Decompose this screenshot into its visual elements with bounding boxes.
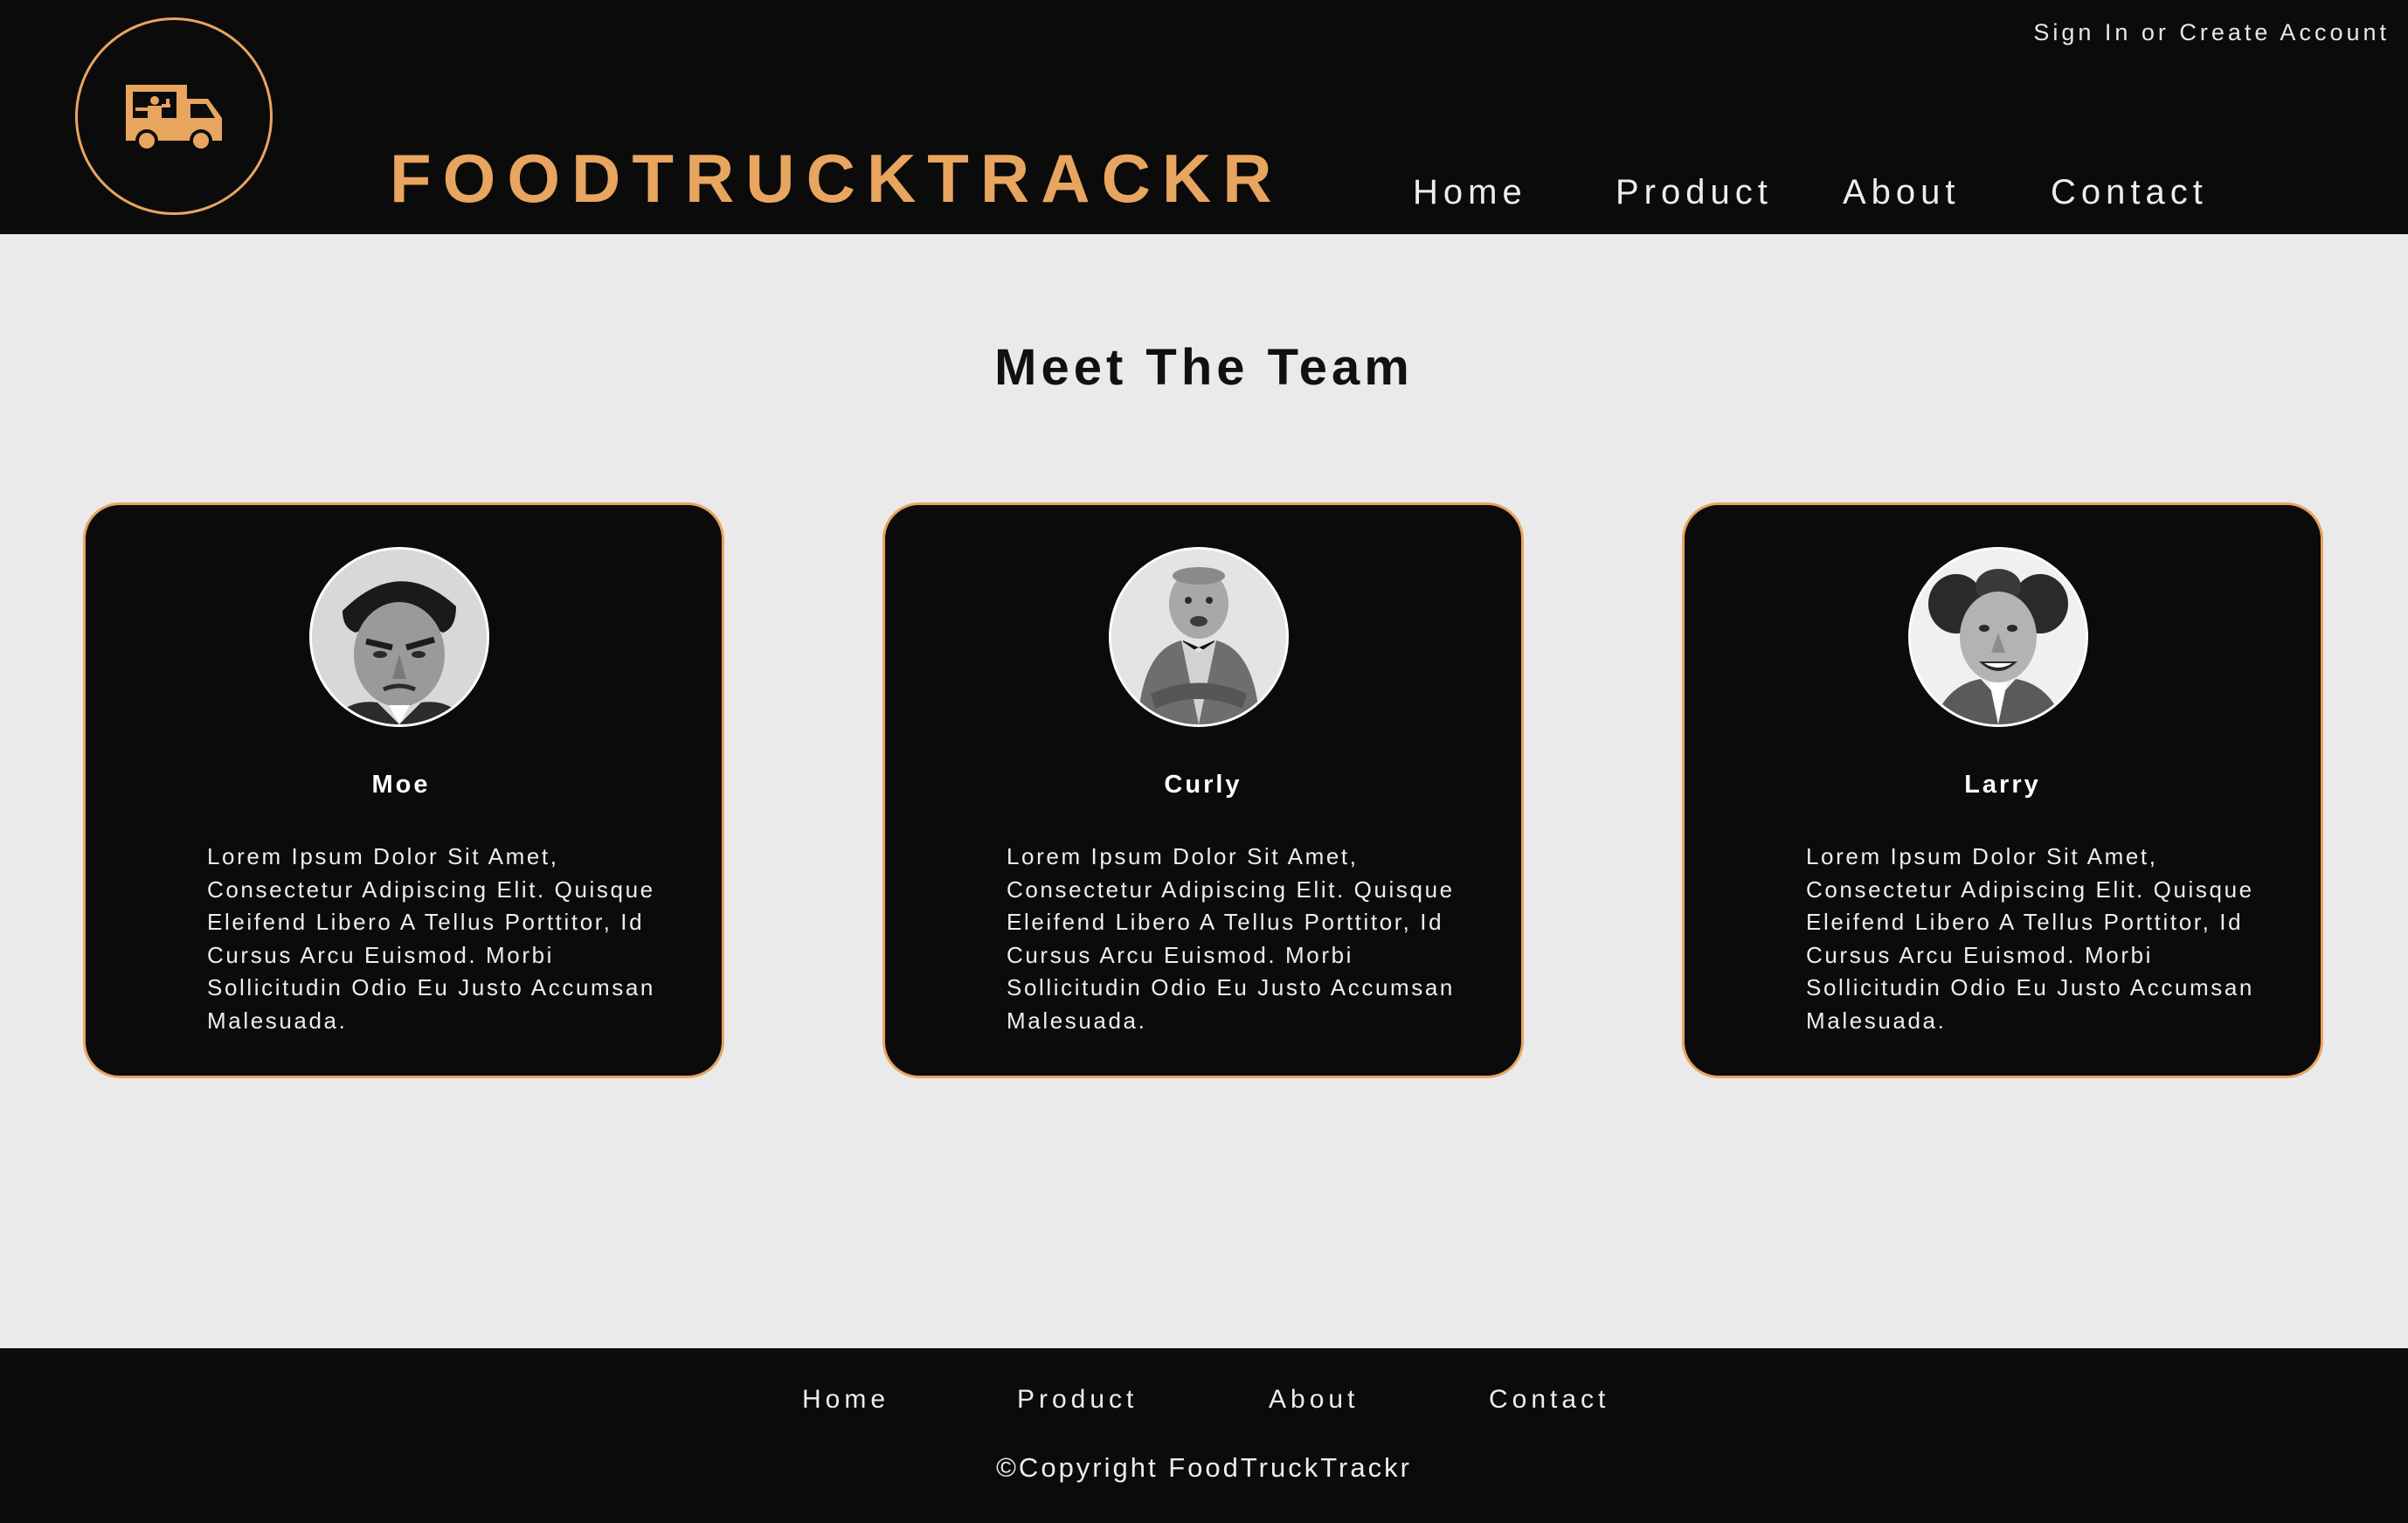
member-name: Curly [1164,771,1242,799]
footer-nav-home[interactable]: Home [802,1387,1017,1413]
site-footer: Home Product About Contact ©Copyright Fo… [0,1348,2408,1523]
food-truck-icon [126,85,222,152]
nav-contact[interactable]: Contact [2051,175,2208,210]
team-card: Curly Lorem Ipsum Dolor Sit Amet, Consec… [882,502,1524,1078]
logo[interactable] [75,17,273,215]
footer-nav: Home Product About Contact [802,1387,1609,1413]
nav-home[interactable]: Home [1413,175,1616,210]
avatar [1908,547,2088,727]
site-header: FOODTRUCKTRACKR Sign In or Create Accoun… [0,0,2408,234]
member-bio: Lorem Ipsum Dolor Sit Amet, Consectetur … [207,843,655,1034]
main-nav: Home Product About Contact [1413,175,2208,210]
avatar [309,547,489,727]
nav-about[interactable]: About [1843,175,2051,210]
brand-title: FOODTRUCKTRACKR [390,140,1284,217]
sign-in-link[interactable]: Sign In or Create Account [2033,19,2390,46]
page-title: Meet The Team [994,339,1414,396]
member-name: Moe [371,771,431,799]
member-bio: Lorem Ipsum Dolor Sit Amet, Consectetur … [1007,843,1455,1034]
copyright: ©Copyright FoodTruckTrackr [996,1452,1412,1483]
avatar [1109,547,1289,727]
footer-nav-product[interactable]: Product [1017,1387,1269,1413]
footer-nav-contact[interactable]: Contact [1489,1387,1609,1413]
member-name: Larry [1964,771,2041,799]
nav-product[interactable]: Product [1616,175,1843,210]
team-card: Larry Lorem Ipsum Dolor Sit Amet, Consec… [1682,502,2323,1078]
team-card: Moe Lorem Ipsum Dolor Sit Amet, Consecte… [83,502,724,1078]
footer-nav-about[interactable]: About [1269,1387,1489,1413]
member-bio: Lorem Ipsum Dolor Sit Amet, Consectetur … [1806,843,2254,1034]
